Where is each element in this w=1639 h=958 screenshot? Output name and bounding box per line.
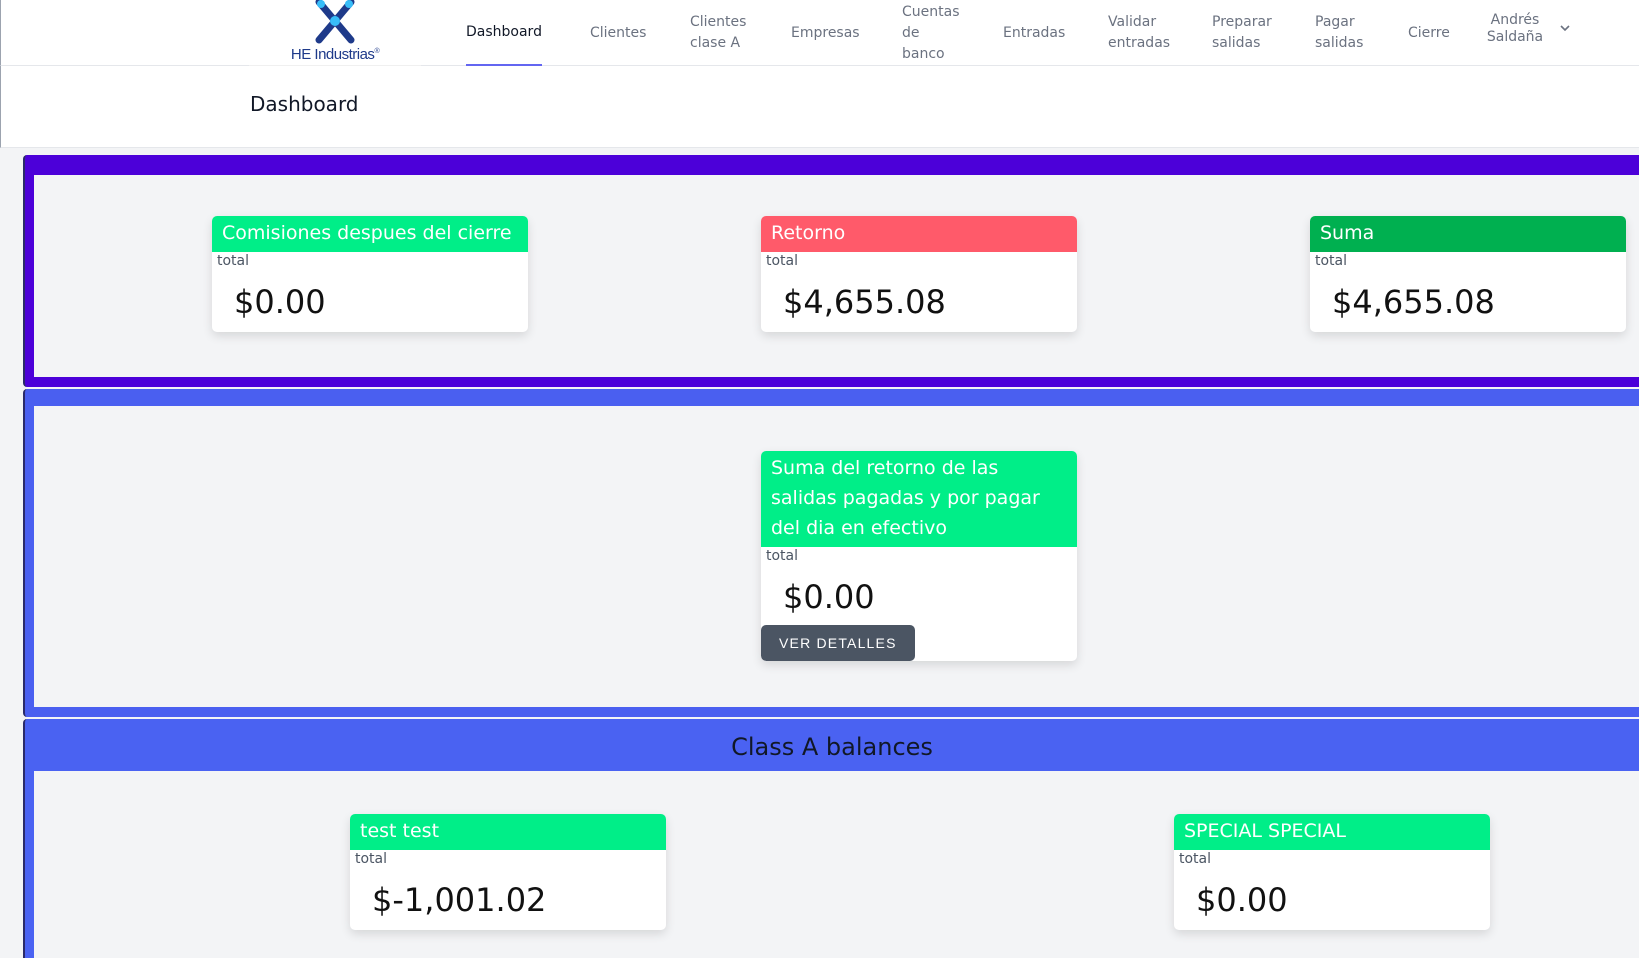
user-name: Andrés Saldaña — [1486, 12, 1544, 45]
ver-detalles-button[interactable]: VER DETALLES — [761, 625, 915, 661]
nav-item-dashboard[interactable]: Dashboard — [466, 0, 542, 66]
card-value: $-1,001.02 — [372, 881, 547, 919]
nav-item-validar-entradas[interactable]: Validar entradas — [1108, 0, 1174, 66]
stat-card-suma-retorno: Suma del retorno de las salidas pagadas … — [761, 451, 1077, 661]
card-subtitle: total — [1179, 851, 1212, 867]
card-title: test test — [350, 814, 666, 850]
chevron-down-icon[interactable] — [1557, 20, 1573, 36]
brand-logo[interactable]: HE Industrias® — [249, 0, 421, 66]
section-title: Class A balances — [731, 733, 933, 761]
card-subtitle: total — [1315, 253, 1348, 269]
card-value: $0.00 — [783, 578, 875, 616]
card-title: Suma — [1310, 216, 1626, 252]
nav-item-clientes-clase-a[interactable]: Clientes clase A — [690, 0, 752, 66]
nav-item-preparar-salidas[interactable]: Preparar salidas — [1212, 0, 1278, 66]
card-subtitle: total — [766, 253, 799, 269]
card-title: Suma del retorno de las salidas pagadas … — [761, 451, 1077, 547]
nav-item-cuentas-de-banco[interactable]: Cuentas de banco — [902, 0, 964, 66]
card-title: SPECIAL SPECIAL — [1174, 814, 1490, 850]
user-menu[interactable]: Andrés Saldaña — [1483, 12, 1547, 46]
daily-return-panel: Suma del retorno de las salidas pagadas … — [23, 389, 1639, 717]
nav-item-empresas[interactable]: Empresas — [791, 0, 860, 66]
card-title: Retorno — [761, 216, 1077, 252]
logo-text: HE Industrias — [290, 46, 375, 63]
top-navbar: HE Industrias® Dashboard Clientes Client… — [0, 0, 1639, 66]
card-value: $4,655.08 — [1332, 283, 1495, 321]
balance-card-special: SPECIAL SPECIAL total $0.00 — [1174, 814, 1490, 930]
page-title: Dashboard — [250, 92, 359, 116]
stat-card-suma: Suma total $4,655.08 — [1310, 216, 1626, 332]
nav-item-entradas[interactable]: Entradas — [1003, 0, 1065, 66]
summary-panel: Comisiones despues del cierre total $0.0… — [23, 155, 1639, 387]
nav-item-clientes[interactable]: Clientes — [590, 0, 646, 66]
card-value: $0.00 — [234, 283, 326, 321]
page-header: Dashboard — [0, 66, 1639, 148]
card-subtitle: total — [217, 253, 250, 269]
card-title: Comisiones despues del cierre — [212, 216, 528, 252]
stat-card-comisiones: Comisiones despues del cierre total $0.0… — [212, 216, 528, 332]
logo-mark-icon — [315, 0, 355, 44]
card-value: $0.00 — [1196, 881, 1288, 919]
stat-card-retorno: Retorno total $4,655.08 — [761, 216, 1077, 332]
card-subtitle: total — [766, 548, 799, 564]
card-value: $4,655.08 — [783, 283, 946, 321]
balance-card-test: test test total $-1,001.02 — [350, 814, 666, 930]
class-a-balances-panel: Class A balances test test total $-1,001… — [23, 719, 1639, 958]
card-subtitle: total — [355, 851, 388, 867]
nav-item-pagar-salidas[interactable]: Pagar salidas — [1315, 0, 1369, 66]
nav-item-cierre[interactable]: Cierre — [1408, 0, 1450, 66]
